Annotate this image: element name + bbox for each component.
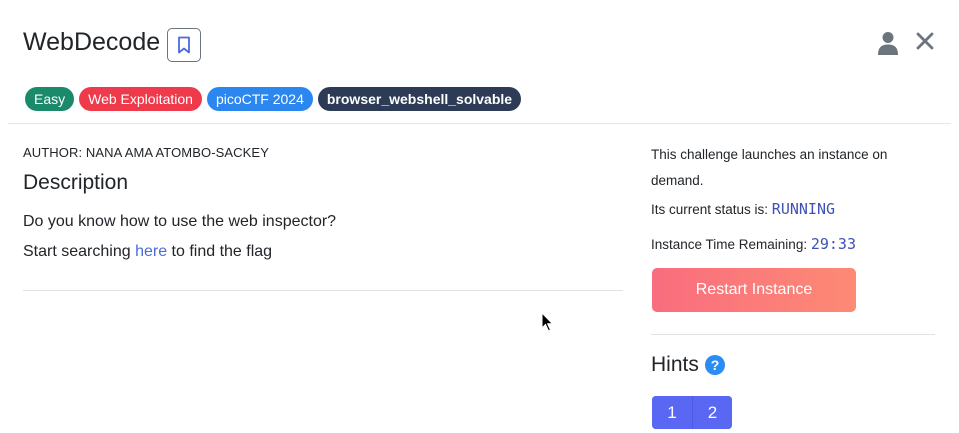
challenge-title: WebDecode <box>23 28 161 56</box>
time-value: 29:33 <box>810 235 856 253</box>
here-link[interactable]: here <box>135 243 167 260</box>
hint-button-2[interactable]: 2 <box>692 396 732 429</box>
description-line-1: Do you know how to use the web inspector… <box>23 213 337 230</box>
description-heading: Description <box>23 171 129 194</box>
user-icon[interactable] <box>877 30 899 56</box>
help-icon[interactable]: ? <box>705 355 725 375</box>
description-divider <box>23 290 623 291</box>
hint-button-group: 1 2 <box>652 396 732 429</box>
challenge-header: WebDecode Easy Web Exploitation picoCTF … <box>0 0 959 124</box>
bookmark-icon <box>178 36 190 54</box>
tag-event: picoCTF 2024 <box>206 87 313 111</box>
description-line-2-suffix: to find the flag <box>167 243 273 260</box>
close-icon[interactable] <box>914 30 936 52</box>
mouse-cursor-icon <box>541 312 554 332</box>
status-value: RUNNING <box>771 200 836 218</box>
instance-status: Its current status is: RUNNING <box>651 196 936 223</box>
tag-difficulty: Easy <box>25 87 75 111</box>
tag-solvable: browser_webshell_solvable <box>317 87 522 111</box>
instance-divider <box>651 334 935 335</box>
description-body: Do you know how to use the web inspector… <box>23 207 623 267</box>
description-line-2-prefix: Start searching <box>23 243 136 260</box>
hints-heading: Hints <box>651 353 699 376</box>
restart-instance-button[interactable]: Restart Instance <box>652 268 856 312</box>
instance-time: Instance Time Remaining: 29:33 <box>651 231 936 258</box>
author-line: AUTHOR: NANA AMA ATOMBO-SACKEY <box>23 145 269 160</box>
bookmark-button[interactable] <box>167 28 201 62</box>
description-panel: AUTHOR: NANA AMA ATOMBO-SACKEY Descripti… <box>23 145 623 267</box>
tag-category: Web Exploitation <box>79 87 202 111</box>
status-label: Its current status is: <box>651 202 772 217</box>
tag-list: Easy Web Exploitation picoCTF 2024 brows… <box>25 87 522 111</box>
time-label: Instance Time Remaining: <box>651 237 811 252</box>
hint-button-1[interactable]: 1 <box>652 396 692 429</box>
header-divider <box>8 123 951 124</box>
instance-panel: This challenge launches an instance on d… <box>651 142 936 258</box>
instance-launch-text: This challenge launches an instance on d… <box>651 147 888 188</box>
description-line-2: Start searching here to find the flag <box>23 237 623 267</box>
